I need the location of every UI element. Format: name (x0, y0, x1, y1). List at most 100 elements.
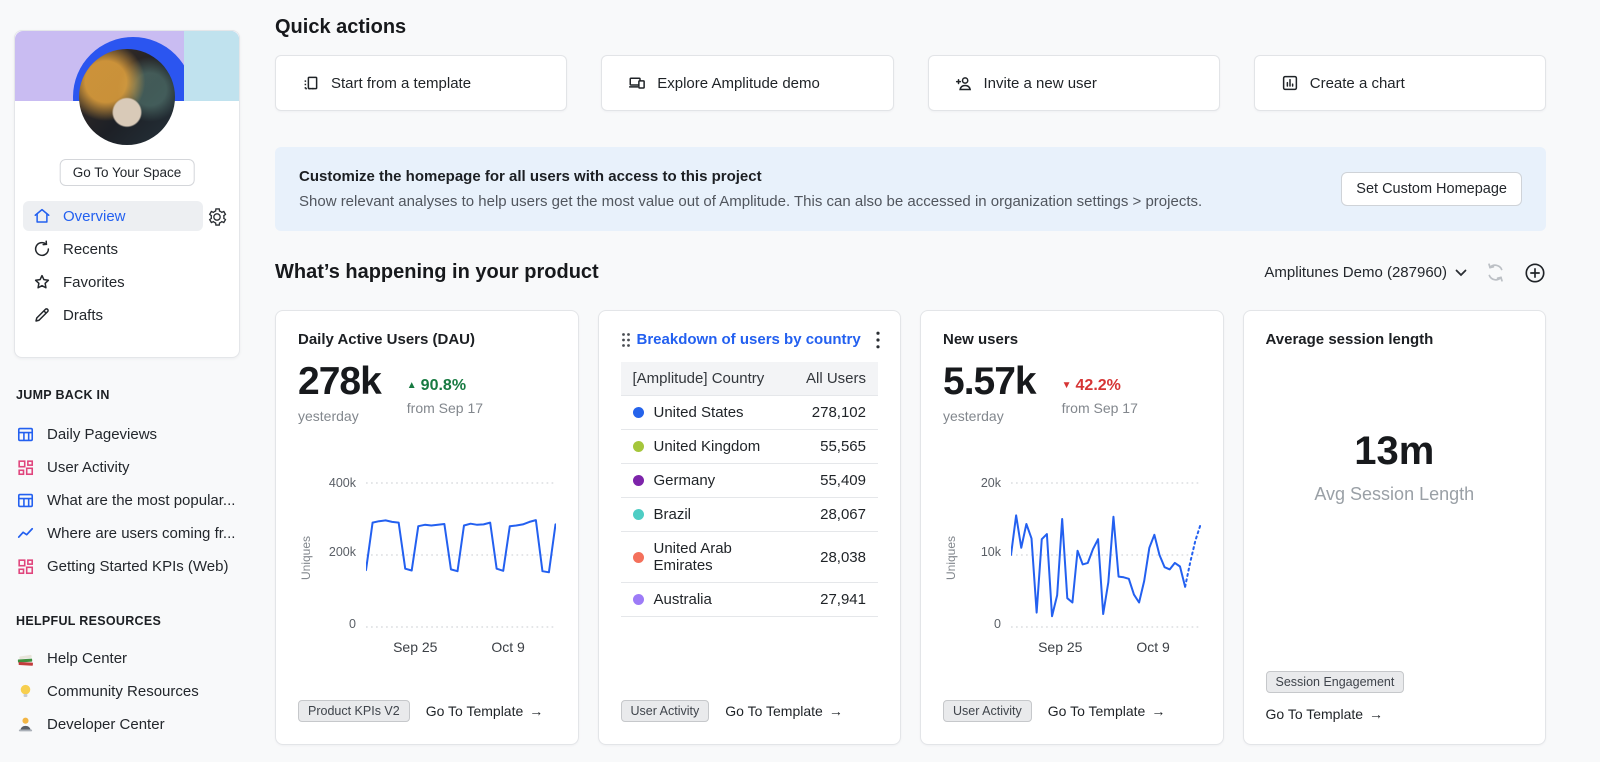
table-row: United Kingdom 55,565 (620, 429, 878, 463)
sidebar-item-daily-pageviews[interactable]: Daily Pageviews (16, 424, 250, 444)
series-color-dot (632, 441, 644, 452)
sidebar-item-favorites[interactable]: Favorites (23, 267, 203, 297)
new-users-card: New users 5.57k yesterday ▼ 42.2% from Se… (920, 310, 1224, 745)
new-users-metric: 5.57k yesterday ▼ 42.2% from Sep 17 (943, 361, 1201, 424)
chart-icon (1281, 74, 1299, 92)
sidebar-item-help-center[interactable]: Help Center (16, 648, 250, 668)
create-chart-button[interactable]: Create a chart (1253, 55, 1546, 111)
banner-cyan-shape (184, 31, 239, 101)
x-axis: Sep 25 Oct 9 (366, 639, 556, 659)
y-tick: 0 (349, 617, 356, 631)
amplitude-home-page: Go To Your Space Overview Recents Favori… (0, 0, 1600, 762)
sidebar-item-community-resources[interactable]: Community Resources (16, 681, 250, 701)
profile-nav: Overview Recents Favorites Drafts (23, 201, 203, 333)
delta-value: ▲ 90.8% (406, 377, 467, 394)
go-to-template-link[interactable]: Go To Template → (1266, 706, 1384, 722)
gear-icon[interactable] (207, 207, 227, 227)
sidebar-item-label: Where are users coming fr... (47, 524, 236, 542)
new-users-line-series (1011, 515, 1185, 616)
recents-icon (33, 240, 51, 258)
demo-icon (628, 74, 646, 92)
quick-action-label: Create a chart (1309, 74, 1405, 92)
project-selector[interactable]: Amplitunes Demo (287960) (1264, 264, 1467, 281)
quick-action-label: Invite a new user (983, 74, 1097, 92)
x-tick: Sep 25 (1038, 639, 1083, 655)
new-users-projected-series (1185, 525, 1200, 587)
card-title-link[interactable]: Breakdown of users by country (637, 331, 861, 348)
sidebar-item-most-popular[interactable]: What are the most popular... (16, 490, 250, 510)
go-to-template-link[interactable]: Go To Template → (725, 703, 843, 719)
metric-delta-block: ▼ 42.2% from Sep 17 (1062, 362, 1138, 424)
table-header: [Amplitude] Country All Users (620, 362, 878, 395)
banner-text: Customize the homepage for all users wit… (299, 168, 1202, 210)
country-name: Brazil (653, 506, 692, 523)
banner-title: Customize the homepage for all users wit… (299, 168, 762, 185)
set-custom-homepage-button[interactable]: Set Custom Homepage (1341, 172, 1522, 206)
sidebar-item-user-activity[interactable]: User Activity (16, 457, 250, 477)
go-to-your-space-button[interactable]: Go To Your Space (59, 159, 195, 186)
refresh-icon[interactable] (1485, 262, 1506, 283)
add-widget-icon[interactable] (1524, 262, 1546, 284)
sidebar-item-drafts[interactable]: Drafts (23, 300, 203, 330)
go-to-template-link[interactable]: Go To Template → (1048, 703, 1166, 719)
metric-value: 13m (1354, 429, 1435, 473)
sidebar-item-label: Recents (63, 240, 119, 258)
metric-delta-block: ▲ 90.8% from Sep 17 (407, 362, 483, 424)
template-badge[interactable]: User Activity (620, 700, 710, 722)
metric-caption: yesterday (943, 407, 1004, 424)
drag-handle-icon[interactable] (621, 332, 631, 348)
dashboard-icon (16, 557, 35, 576)
card-footer: User Activity Go To Template → (943, 700, 1165, 722)
card-title: Daily Active Users (DAU) (298, 331, 476, 348)
country-value: 28,038 (820, 548, 866, 566)
table-row: United States 278,102 (620, 395, 878, 429)
kebab-menu-icon[interactable] (872, 329, 884, 356)
country-value: 55,565 (820, 438, 866, 455)
sidebar-item-developer-center[interactable]: Developer Center (16, 714, 250, 734)
sidebar-item-label: User Activity (47, 458, 130, 476)
chevron-down-icon (1455, 264, 1467, 281)
table-row: Brazil 28,067 (620, 497, 878, 531)
dau-plot-area (366, 479, 556, 631)
country-name: Germany (653, 472, 716, 489)
metric-value-block: 278k yesterday (298, 361, 382, 424)
sidebar-item-getting-started-kpis[interactable]: Getting Started KPIs (Web) (16, 556, 250, 576)
card-footer: Product KPIs V2 Go To Template → (298, 700, 543, 722)
y-tick: 0 (994, 617, 1001, 631)
arrow-right-icon: → (1369, 706, 1384, 722)
country-name: United Arab Emirates (653, 540, 732, 574)
sidebar-item-overview[interactable]: Overview (23, 201, 203, 231)
column-header: [Amplitude] Country (632, 370, 765, 387)
column-header: All Users (805, 370, 866, 387)
start-from-template-button[interactable]: Start from a template (275, 55, 568, 111)
avatar[interactable] (79, 49, 175, 145)
go-to-template-link[interactable]: Go To Template → (426, 703, 544, 719)
new-users-plot-area (1011, 479, 1201, 631)
dashboard-icon (16, 458, 35, 477)
kpi-cards-row: Daily Active Users (DAU) 278k yesterday … (275, 310, 1546, 745)
country-value: 27,941 (820, 591, 866, 608)
sidebar-item-where-users-coming-from[interactable]: Where are users coming fr... (16, 523, 250, 543)
country-value: 278,102 (811, 404, 866, 421)
template-badge[interactable]: Session Engagement (1265, 671, 1405, 693)
delta-caption: from Sep 17 (1061, 400, 1138, 416)
table-row: Australia 27,941 (620, 582, 878, 617)
sidebar-item-label: What are the most popular... (47, 491, 236, 509)
series-color-dot (632, 551, 644, 563)
card-footer: User Activity Go To Template → (620, 700, 843, 722)
quick-actions-title: Quick actions (275, 16, 407, 38)
invite-user-button[interactable]: Invite a new user (927, 55, 1220, 111)
dau-metric: 278k yesterday ▲ 90.8% from Sep 17 (298, 361, 556, 424)
template-badge[interactable]: User Activity (943, 700, 1032, 722)
y-tick: 10k (980, 545, 1001, 559)
arrow-right-icon: → (828, 703, 843, 719)
template-badge[interactable]: Product KPIs V2 (298, 700, 410, 722)
product-section-title: What’s happening in your product (275, 261, 599, 283)
y-axis-label: Uniques (944, 535, 959, 581)
card-title: Average session length (1265, 331, 1434, 348)
line-chart-icon (16, 524, 35, 543)
country-value: 55,409 (820, 472, 866, 489)
explore-demo-button[interactable]: Explore Amplitude demo (601, 55, 894, 111)
sidebar-item-label: Overview (63, 207, 126, 225)
sidebar-item-recents[interactable]: Recents (23, 234, 203, 264)
